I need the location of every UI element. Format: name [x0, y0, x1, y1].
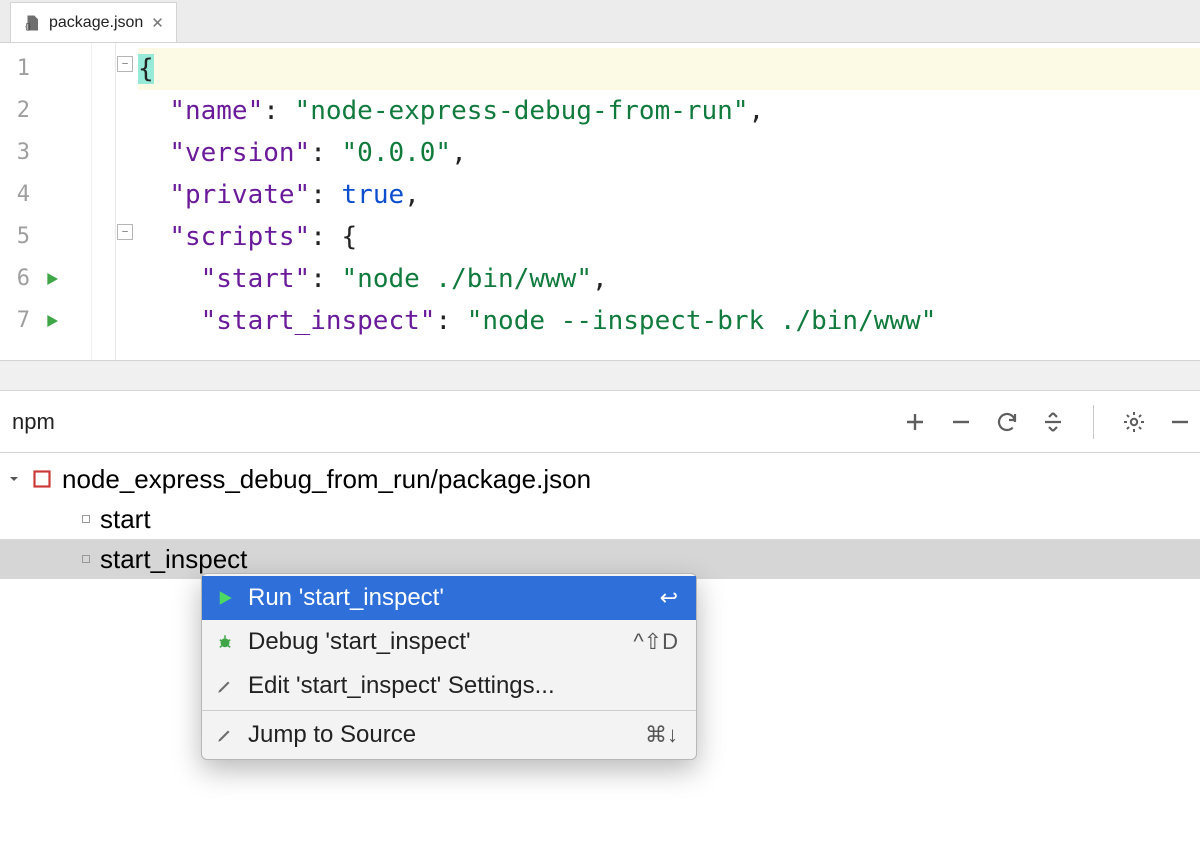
play-icon — [214, 589, 236, 607]
code-token: : — [310, 222, 341, 252]
json-file-icon: {} — [23, 14, 41, 32]
menu-run[interactable]: Run 'start_inspect' ↩ — [202, 576, 696, 620]
editor-tab[interactable]: {} package.json ✕ — [10, 2, 177, 42]
run-gutter-icon[interactable] — [44, 313, 60, 329]
menu-label: Debug 'start_inspect' — [248, 628, 621, 656]
separator — [1093, 405, 1094, 439]
bullet-icon — [82, 555, 90, 563]
close-tab-icon[interactable]: ✕ — [151, 14, 164, 32]
chevron-down-icon[interactable] — [6, 471, 22, 487]
code-token: "start" — [201, 264, 311, 294]
code-token: "node-express-debug-from-run" — [295, 96, 749, 126]
add-button[interactable] — [903, 410, 927, 434]
pencil-icon — [214, 677, 236, 695]
menu-jump-to-source[interactable]: Jump to Source ⌘↓ — [202, 713, 696, 757]
bullet-icon — [82, 515, 90, 523]
menu-shortcut: ^⇧D — [633, 629, 678, 655]
context-menu: Run 'start_inspect' ↩ Debug 'start_inspe… — [201, 573, 697, 760]
script-label: start_inspect — [100, 544, 247, 575]
run-gutter-icon[interactable] — [44, 271, 60, 287]
line-number: 1 — [0, 48, 30, 90]
tab-bar: {} package.json ✕ — [0, 0, 1200, 43]
fold-column: − − — [116, 43, 138, 360]
fold-toggle-icon[interactable]: − — [117, 56, 133, 72]
line-number: 5 — [0, 216, 30, 258]
code-token: , — [404, 180, 420, 210]
code-token: , — [451, 138, 467, 168]
code-token: "version" — [169, 138, 310, 168]
code-token: { — [342, 222, 358, 252]
code-token: "node ./bin/www" — [342, 264, 592, 294]
menu-label: Run 'start_inspect' — [248, 584, 648, 612]
code-area[interactable]: { "name": "node-express-debug-from-run",… — [138, 43, 1200, 360]
code-token: "name" — [169, 96, 263, 126]
menu-shortcut: ↩ — [660, 585, 678, 611]
code-token: : — [263, 96, 294, 126]
npm-file-icon — [32, 469, 52, 489]
hide-button[interactable] — [1168, 410, 1192, 434]
code-token: "node --inspect-brk ./bin/www" — [467, 306, 937, 336]
editor-scrollbar[interactable] — [0, 360, 1200, 391]
code-token: : — [310, 264, 341, 294]
code-editor[interactable]: 1 2 3 4 5 6 7 − − { "name": "node-expres… — [0, 43, 1200, 360]
code-token: true — [342, 180, 405, 210]
menu-edit-settings[interactable]: Edit 'start_inspect' Settings... — [202, 664, 696, 708]
menu-label: Jump to Source — [248, 721, 633, 749]
line-number: 6 — [0, 258, 30, 300]
code-token: "start_inspect" — [201, 306, 436, 336]
line-number: 7 — [0, 300, 30, 342]
menu-label: Edit 'start_inspect' Settings... — [248, 672, 666, 700]
code-token: { — [138, 54, 154, 84]
script-label: start — [100, 504, 151, 535]
pencil-icon — [214, 726, 236, 744]
menu-shortcut: ⌘↓ — [645, 722, 678, 748]
tree-root-label: node_express_debug_from_run/package.json — [62, 464, 591, 495]
script-item-start[interactable]: start — [0, 499, 1200, 539]
remove-button[interactable] — [949, 410, 973, 434]
refresh-button[interactable] — [995, 410, 1019, 434]
code-token: "0.0.0" — [342, 138, 452, 168]
menu-debug[interactable]: Debug 'start_inspect' ^⇧D — [202, 620, 696, 664]
settings-button[interactable] — [1122, 410, 1146, 434]
code-token: : — [310, 138, 341, 168]
expand-collapse-button[interactable] — [1041, 410, 1065, 434]
npm-scripts-tree[interactable]: node_express_debug_from_run/package.json… — [0, 453, 1200, 579]
code-token: , — [592, 264, 608, 294]
line-number: 3 — [0, 132, 30, 174]
line-number: 4 — [0, 174, 30, 216]
code-token: , — [749, 96, 765, 126]
gutter: 1 2 3 4 5 6 7 — [0, 43, 92, 360]
tab-filename: package.json — [49, 14, 143, 32]
code-token: : — [310, 180, 341, 210]
fold-toggle-icon[interactable]: − — [117, 224, 133, 240]
menu-separator — [202, 710, 696, 711]
bug-icon — [214, 633, 236, 651]
npm-toolbar: npm — [0, 391, 1200, 453]
tree-root[interactable]: node_express_debug_from_run/package.json — [0, 459, 1200, 499]
code-token: "scripts" — [169, 222, 310, 252]
svg-text:{}: {} — [25, 22, 31, 31]
npm-title: npm — [8, 409, 903, 435]
line-number: 2 — [0, 90, 30, 132]
code-token: : — [435, 306, 466, 336]
indent-guide — [92, 43, 116, 360]
code-token: "private" — [169, 180, 310, 210]
